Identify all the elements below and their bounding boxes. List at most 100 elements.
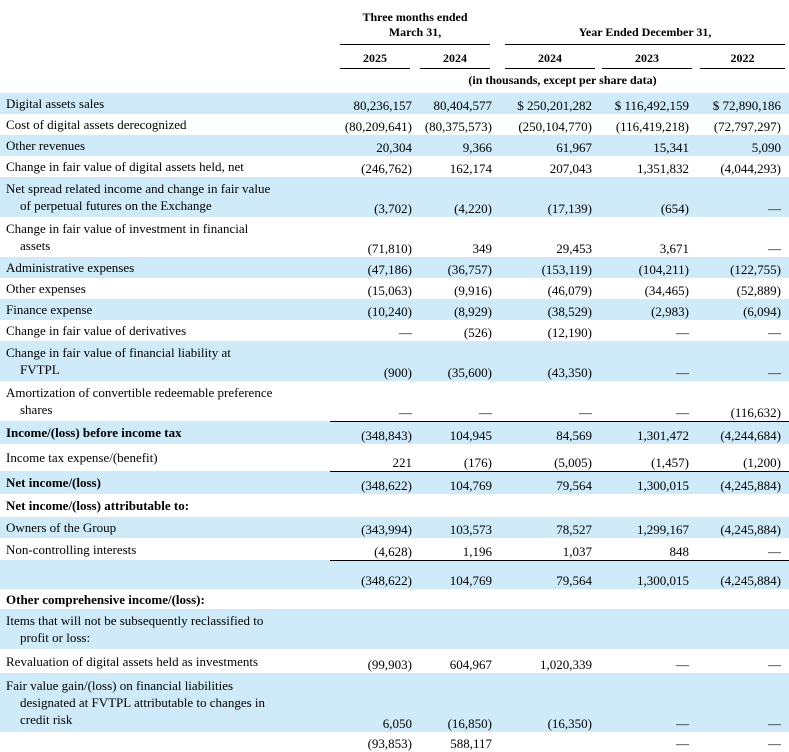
cell-value: 103,573 (420, 517, 500, 538)
row-label-line: Amortization of convertible redeemable p… (6, 385, 273, 400)
cell-value (697, 589, 789, 609)
row-label-line: credit risk (20, 712, 73, 727)
row-label-line: Other comprehensive income/(loss): (6, 591, 205, 607)
cell-value: (35,600) (420, 341, 500, 381)
row-label-line: Other revenues (6, 138, 86, 153)
cell-value: 162,174 (449, 161, 492, 176)
row-label: Net income/(loss) attributable to: (0, 494, 330, 517)
cell-value: — (676, 325, 689, 340)
cell-value: (71,810) (367, 241, 412, 256)
cell-value: (246,762) (361, 161, 412, 176)
cell-value: (3,702) (330, 177, 420, 217)
cell-value (420, 589, 500, 609)
row-label: Net income/(loss) (0, 471, 330, 494)
table-row: Revaluation of digital assets held as in… (0, 649, 789, 673)
table-row: Change in fair value of digital assets h… (0, 156, 789, 177)
cell-value: (104,211) (600, 257, 697, 278)
cell-value: 1,300,015 (600, 470, 697, 494)
col-header-2022-y: 2022 (730, 51, 755, 65)
row-label-line: Finance expense (6, 302, 93, 317)
cell-value (420, 609, 500, 649)
table-row: Net income/(loss) (348,622) 104,769 79,564 1… (0, 470, 789, 494)
cell-value: $ 250,201,282 (500, 93, 600, 114)
units-note: (in thousands, except per share data) (468, 73, 657, 87)
row-label-line: Non-controlling interests (6, 541, 137, 557)
cell-value: (343,994) (330, 517, 420, 538)
row-label: Income tax expense/(benefit) (0, 444, 330, 471)
cell-value (500, 494, 600, 517)
row-label (0, 560, 330, 589)
cell-value: 1,196 (462, 543, 492, 559)
header-group-quarter: Three months ended March 31, (362, 10, 468, 39)
cell-value: 84,569 (500, 420, 600, 444)
cell-value: (80,375,573) (424, 119, 492, 134)
col-header-underline (505, 68, 595, 69)
cell-value: 349 (472, 241, 493, 256)
cell-value: (47,186) (330, 257, 420, 278)
col-header-underline (420, 68, 490, 69)
table-row: Other comprehensive income/(loss): (0, 589, 789, 609)
cell-value: 80,236,157 (330, 93, 420, 114)
table-row: (93,853) 588,117 — — (0, 732, 789, 752)
cell-value: (9,916) (454, 283, 492, 298)
cell-value: 80,404,577 (420, 93, 500, 114)
cell-value: 20,304 (330, 135, 420, 156)
table-row: Digital assets sales 80,236,157 80,404,577… (0, 93, 789, 114)
table-row: (348,622) 104,769 79,564 1,300,015 (4,245,88… (0, 559, 789, 589)
cell-value (330, 589, 420, 609)
cell-value (600, 494, 697, 517)
cell-value: (72,797,297) (713, 119, 781, 134)
row-label: Digital assets sales (0, 93, 330, 114)
row-label-line: Change in fair value of investment in fi… (6, 221, 249, 236)
cell-value: — (676, 736, 689, 751)
cell-value: (348,843) (330, 420, 420, 444)
cell-value: 104,769 (420, 470, 500, 494)
col-header-2024-y: 2024 (538, 51, 562, 65)
cell-value: (250,104,770) (518, 119, 592, 134)
table-row: Change in fair value of financial liabil… (0, 341, 789, 381)
row-label: Finance expense (0, 299, 330, 320)
table-row: Items that will not be subsequently recl… (0, 609, 789, 649)
header-group-year-underline (505, 44, 785, 45)
table-row: Owners of the Group (343,994) 103,573 78,52… (0, 517, 789, 538)
cell-value: (2,983) (600, 299, 697, 320)
cell-value: (1,457) (651, 454, 689, 470)
row-label: Items that will not be subsequently recl… (0, 609, 330, 649)
cell-value: — (579, 404, 592, 420)
row-label-line: Items that will not be subsequently recl… (6, 613, 264, 628)
table-row: Change in fair value of derivatives — (526… (0, 320, 789, 341)
cell-value: (1,200) (743, 454, 781, 470)
cell-value: 207,043 (549, 161, 592, 176)
cell-value: 588,117 (450, 736, 492, 751)
row-label: Change in fair value of derivatives (0, 320, 330, 341)
table-row: Non-controlling interests (4,628) 1,196 1,0… (0, 538, 789, 560)
cell-value: (122,755) (697, 257, 789, 278)
table-row: Cost of digital assets derecognized (80,2… (0, 114, 789, 135)
cell-value: (348,622) (330, 470, 420, 494)
cell-value (500, 589, 600, 609)
cell-value: — (697, 673, 789, 732)
cell-value: 5,090 (697, 135, 789, 156)
cell-value: (12,190) (547, 325, 592, 340)
cell-value: (4,244,684) (697, 420, 789, 444)
cell-value: 221 (392, 454, 413, 470)
cell-value: (34,465) (644, 283, 689, 298)
table-row: Income tax expense/(benefit) 221 (176) (5,0… (0, 444, 789, 471)
cell-value: 848 (669, 543, 690, 559)
row-label: Change in fair value of financial liabil… (0, 341, 330, 381)
cell-value: (116,419,218) (615, 119, 689, 134)
cell-value: (5,005) (554, 454, 592, 470)
cell-value: 104,945 (420, 420, 500, 444)
cell-value: (6,094) (697, 299, 789, 320)
cell-value: (38,529) (500, 299, 600, 320)
cell-value: 1,301,472 (600, 420, 697, 444)
table-row: Income/(loss) before income tax (348,843)… (0, 420, 789, 444)
cell-value: (153,119) (500, 257, 600, 278)
cell-value: (654) (600, 177, 697, 217)
row-label-line: profit or loss: (20, 630, 91, 645)
row-label-line: Change in fair value of financial liabil… (6, 345, 231, 360)
cell-value (697, 609, 789, 649)
cell-value: (4,245,884) (697, 559, 789, 589)
row-label: Income/(loss) before income tax (0, 421, 330, 444)
cell-value: — (768, 736, 781, 751)
